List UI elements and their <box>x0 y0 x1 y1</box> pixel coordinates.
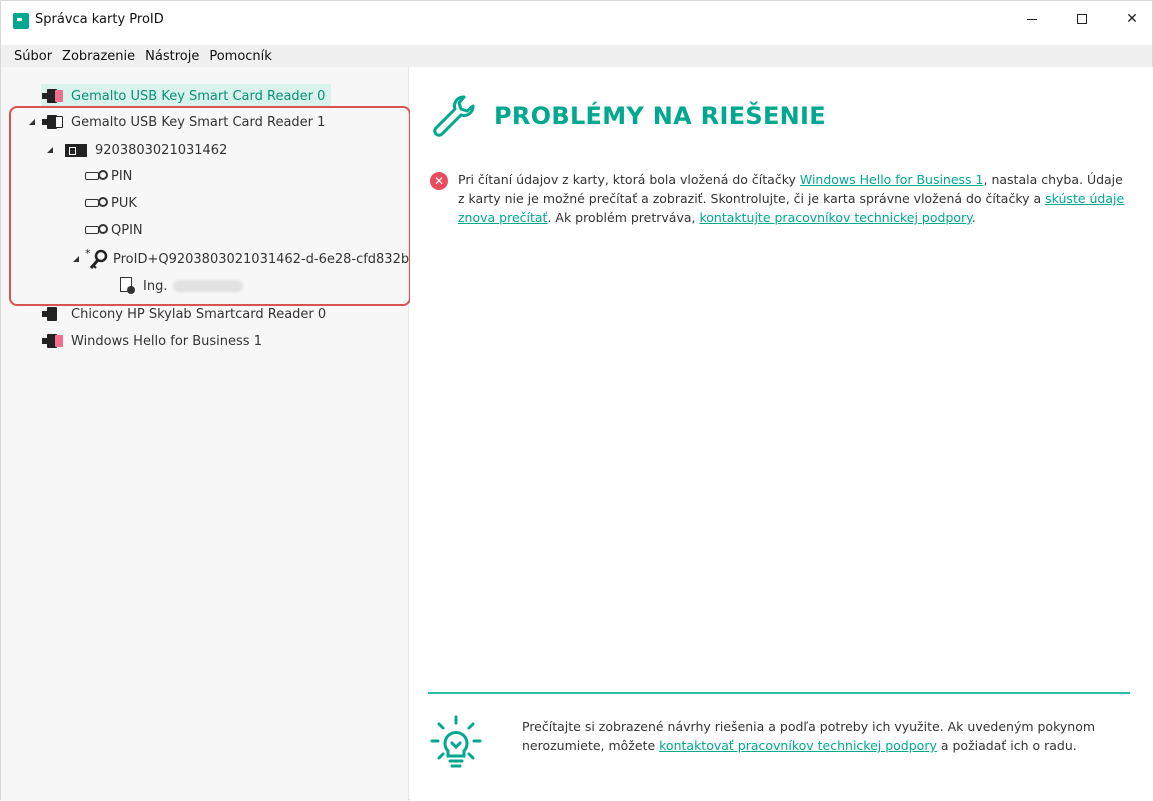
title-bar[interactable]: Správca karty ProID ✕ <box>1 1 1152 41</box>
reader-pink-card-icon <box>41 333 63 349</box>
error-text-part: . <box>971 210 976 225</box>
highlight-annotation <box>9 106 411 306</box>
problems-panel: PROBLÉMY NA RIEŠENIE ✕ Pri čítaní údajov… <box>410 67 1153 801</box>
error-message: ✕ Pri čítaní údajov z karty, ktorá bola … <box>430 170 1130 227</box>
app-window: Správca karty ProID ✕ Súbor Zobrazenie N… <box>0 0 1153 801</box>
tip-section: Prečítajte si zobrazené návrhy riešenia … <box>430 715 1130 771</box>
tree-item-gemalto-reader-0[interactable]: Gemalto USB Key Smart Card Reader 0 <box>41 84 332 108</box>
page-heading: PROBLÉMY NA RIEŠENIE <box>494 102 826 130</box>
error-icon: ✕ <box>430 172 448 190</box>
menu-view[interactable]: Zobrazenie <box>57 49 140 64</box>
minimize-button[interactable] <box>1009 1 1055 37</box>
menu-help[interactable]: Pomocník <box>204 49 276 64</box>
app-logo-icon <box>13 13 29 29</box>
menu-file[interactable]: Súbor <box>9 49 57 64</box>
menu-tools[interactable]: Nástroje <box>140 49 204 64</box>
contact-support-tip-link[interactable]: kontaktovať pracovníkov technickej podpo… <box>659 738 937 753</box>
heading-row: PROBLÉMY NA RIEŠENIE <box>430 93 826 139</box>
close-button[interactable]: ✕ <box>1109 1 1153 37</box>
tip-text-part: a požiadať ich o radu. <box>936 738 1077 753</box>
window-title: Správca karty ProID <box>35 12 164 27</box>
close-icon: ✕ <box>1126 11 1138 27</box>
lightbulb-icon <box>430 715 482 768</box>
wrench-icon <box>433 95 475 137</box>
minimize-icon <box>1027 18 1037 20</box>
tree-item-label: Windows Hello for Business 1 <box>71 333 262 349</box>
menu-bar: Súbor Zobrazenie Nástroje Pomocník <box>1 45 1152 67</box>
maximize-button[interactable] <box>1059 1 1105 37</box>
tree-item-label: Gemalto USB Key Smart Card Reader 0 <box>71 88 326 104</box>
error-text-part: Pri čítaní údajov z karty, ktorá bola vl… <box>458 172 800 187</box>
tree-item-label: Chicony HP Skylab Smartcard Reader 0 <box>71 306 327 322</box>
divider <box>428 692 1130 694</box>
contact-support-link[interactable]: kontaktujte pracovníkov technickej podpo… <box>699 210 971 225</box>
tree-item-windows-hello[interactable]: Windows Hello for Business 1 <box>41 329 262 353</box>
reader-pink-card-icon <box>41 88 63 104</box>
windows-hello-link[interactable]: Windows Hello for Business 1 <box>800 172 984 187</box>
maximize-icon <box>1077 14 1087 24</box>
reader-empty-icon <box>41 306 63 322</box>
error-text: Pri čítaní údajov z karty, ktorá bola vl… <box>458 170 1130 227</box>
error-text-part: . Ak problém pretrváva, <box>547 210 700 225</box>
tip-text: Prečítajte si zobrazené návrhy riešenia … <box>522 717 1130 755</box>
